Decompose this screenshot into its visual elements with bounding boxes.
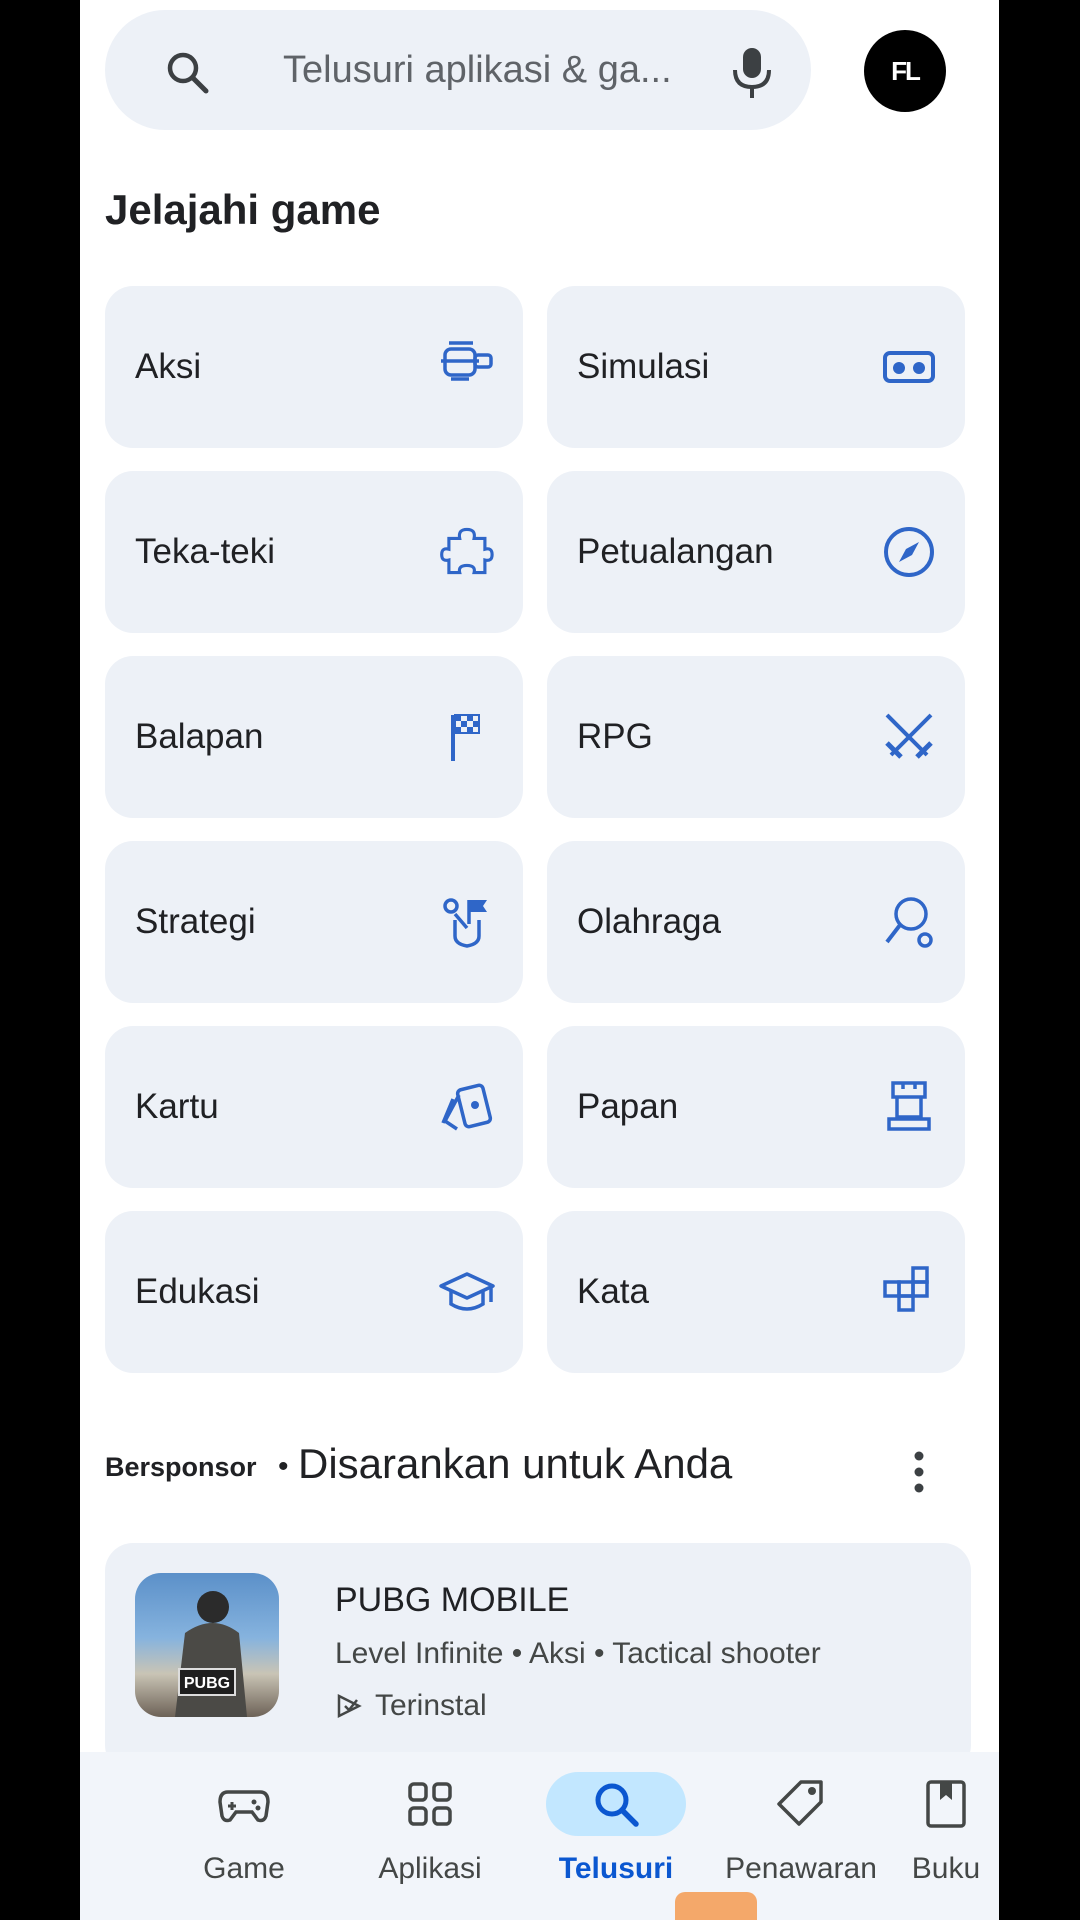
category-tile-aksi[interactable]: Aksi bbox=[105, 286, 523, 448]
nav-item-game[interactable]: Game bbox=[154, 1752, 334, 1920]
category-label: Aksi bbox=[135, 347, 202, 386]
vr-headset-icon bbox=[883, 351, 935, 383]
section-title: Disarankan untuk Anda bbox=[298, 1440, 733, 1487]
category-label: Balapan bbox=[135, 717, 264, 756]
install-status: Terinstal bbox=[335, 1689, 487, 1723]
bookmark-book-icon bbox=[926, 1780, 966, 1828]
avatar[interactable]: FL bbox=[864, 30, 946, 112]
category-label: Papan bbox=[577, 1087, 679, 1126]
nav-label: Buku bbox=[911, 1852, 981, 1885]
puzzle-icon bbox=[440, 527, 494, 575]
tag-icon bbox=[777, 1780, 823, 1826]
app-card-pubg[interactable]: PUBG PUBG MOBILE Level Infinite • Aksi •… bbox=[105, 1543, 971, 1773]
avatar-initials: FL bbox=[891, 55, 921, 86]
search-input[interactable]: Telusuri aplikasi & ga... bbox=[283, 10, 672, 130]
play-store-screen: Telusuri aplikasi & ga... FL Jelajahi ga… bbox=[80, 0, 999, 1920]
apps-grid-icon bbox=[408, 1782, 452, 1826]
more-options-icon[interactable] bbox=[911, 1448, 927, 1496]
category-label: Kartu bbox=[135, 1087, 219, 1126]
separator-dot: • bbox=[278, 1450, 289, 1483]
checkered-flag-icon bbox=[451, 714, 480, 761]
racket-icon bbox=[885, 897, 933, 948]
category-tile-olahraga[interactable]: Olahraga bbox=[547, 841, 965, 1003]
microphone-icon[interactable] bbox=[730, 46, 774, 100]
compass-icon bbox=[884, 527, 934, 577]
overlay-blob bbox=[675, 1892, 757, 1920]
nav-label: Game bbox=[203, 1852, 285, 1885]
page-title: Jelajahi game bbox=[105, 186, 381, 233]
category-tile-edukasi[interactable]: Edukasi bbox=[105, 1211, 523, 1373]
app-name: PUBG MOBILE bbox=[335, 1581, 570, 1619]
search-icon bbox=[167, 52, 209, 94]
category-tile-balapan[interactable]: Balapan bbox=[105, 656, 523, 818]
install-status-label: Terinstal bbox=[375, 1689, 487, 1722]
category-tile-petualangan[interactable]: Petualangan bbox=[547, 471, 965, 633]
graduation-cap-icon bbox=[439, 1272, 495, 1311]
chess-rook-icon bbox=[887, 1081, 931, 1131]
search-bar[interactable]: Telusuri aplikasi & ga... bbox=[105, 10, 811, 130]
category-label: Edukasi bbox=[135, 1272, 260, 1311]
category-label: Teka-teki bbox=[135, 532, 276, 571]
bottom-navigation: Game Aplikasi Telusuri Penawaran Buku bbox=[80, 1752, 999, 1920]
action-icon bbox=[441, 341, 493, 381]
sponsored-header: Bersponsor • Disarankan untuk Anda bbox=[105, 1440, 971, 1500]
app-icon-logo: PUBG bbox=[184, 1675, 230, 1692]
nav-item-aplikasi[interactable]: Aplikasi bbox=[340, 1752, 520, 1920]
sponsored-tag: Bersponsor bbox=[105, 1452, 257, 1482]
crossed-swords-icon bbox=[885, 713, 933, 759]
soldier-artwork-icon: PUBG bbox=[175, 1591, 247, 1717]
category-label: Petualangan bbox=[577, 532, 774, 571]
strategy-icon bbox=[443, 898, 487, 948]
category-tile-kata[interactable]: Kata bbox=[547, 1211, 965, 1373]
category-tile-papan[interactable]: Papan bbox=[547, 1026, 965, 1188]
search-icon bbox=[595, 1783, 639, 1827]
category-label: Simulasi bbox=[577, 347, 710, 386]
gamepad-icon bbox=[218, 1790, 270, 1823]
category-tile-kartu[interactable]: Kartu bbox=[105, 1026, 523, 1188]
nav-label: Aplikasi bbox=[378, 1852, 482, 1885]
category-tile-rpg[interactable]: RPG bbox=[547, 656, 965, 818]
category-tile-strategi[interactable]: Strategi bbox=[105, 841, 523, 1003]
cards-icon bbox=[441, 1083, 493, 1131]
category-label: Olahraga bbox=[577, 902, 721, 941]
category-label: RPG bbox=[577, 717, 653, 756]
category-tile-simulasi[interactable]: Simulasi bbox=[547, 286, 965, 448]
app-icon: PUBG bbox=[135, 1573, 279, 1717]
category-tile-teka-teki[interactable]: Teka-teki bbox=[105, 471, 523, 633]
word-grid-icon bbox=[883, 1266, 929, 1312]
app-meta: Level Infinite • Aksi • Tactical shooter bbox=[335, 1637, 821, 1670]
nav-label: Penawaran bbox=[725, 1852, 877, 1885]
category-label: Strategi bbox=[135, 902, 256, 941]
nav-item-buku[interactable]: Buku bbox=[896, 1752, 996, 1920]
nav-label: Telusuri bbox=[558, 1852, 674, 1885]
installed-icon bbox=[337, 1693, 362, 1719]
category-label: Kata bbox=[577, 1272, 649, 1311]
